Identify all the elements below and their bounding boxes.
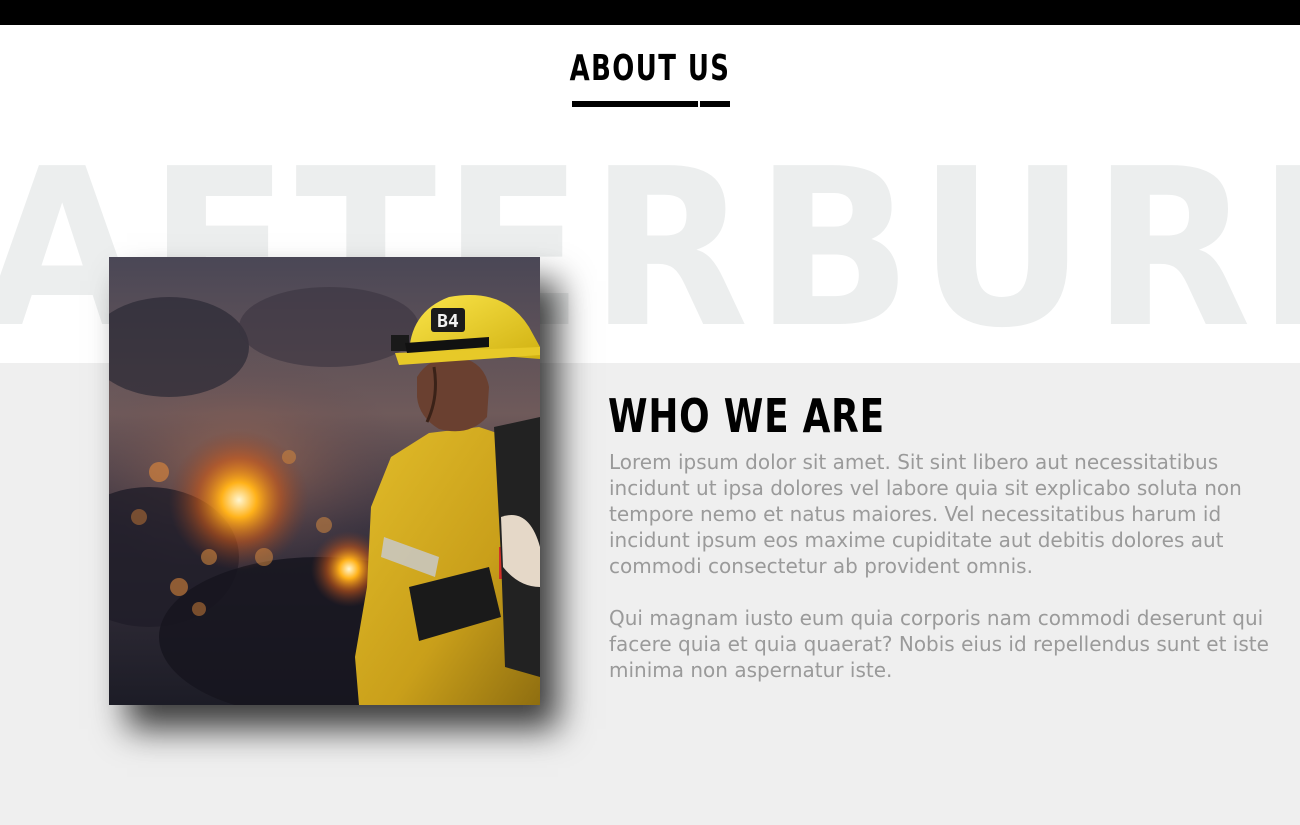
section-title: ABOUT US xyxy=(569,48,731,89)
top-navigation-bar xyxy=(0,0,1300,25)
firefighter-photo: B4 xyxy=(109,257,540,705)
about-paragraph-1: Lorem ipsum dolor sit amet. Sit sint lib… xyxy=(609,450,1242,578)
about-paragraph-2: Qui magnam iusto eum quia corporis nam c… xyxy=(609,606,1269,682)
about-page: ABOUT US AFTERBURNER xyxy=(0,0,1300,825)
who-we-are-heading: WHO WE ARE xyxy=(608,389,885,443)
underline-notch xyxy=(698,101,700,107)
title-underline xyxy=(572,101,730,107)
helmet-badge-label: B4 xyxy=(437,311,459,332)
